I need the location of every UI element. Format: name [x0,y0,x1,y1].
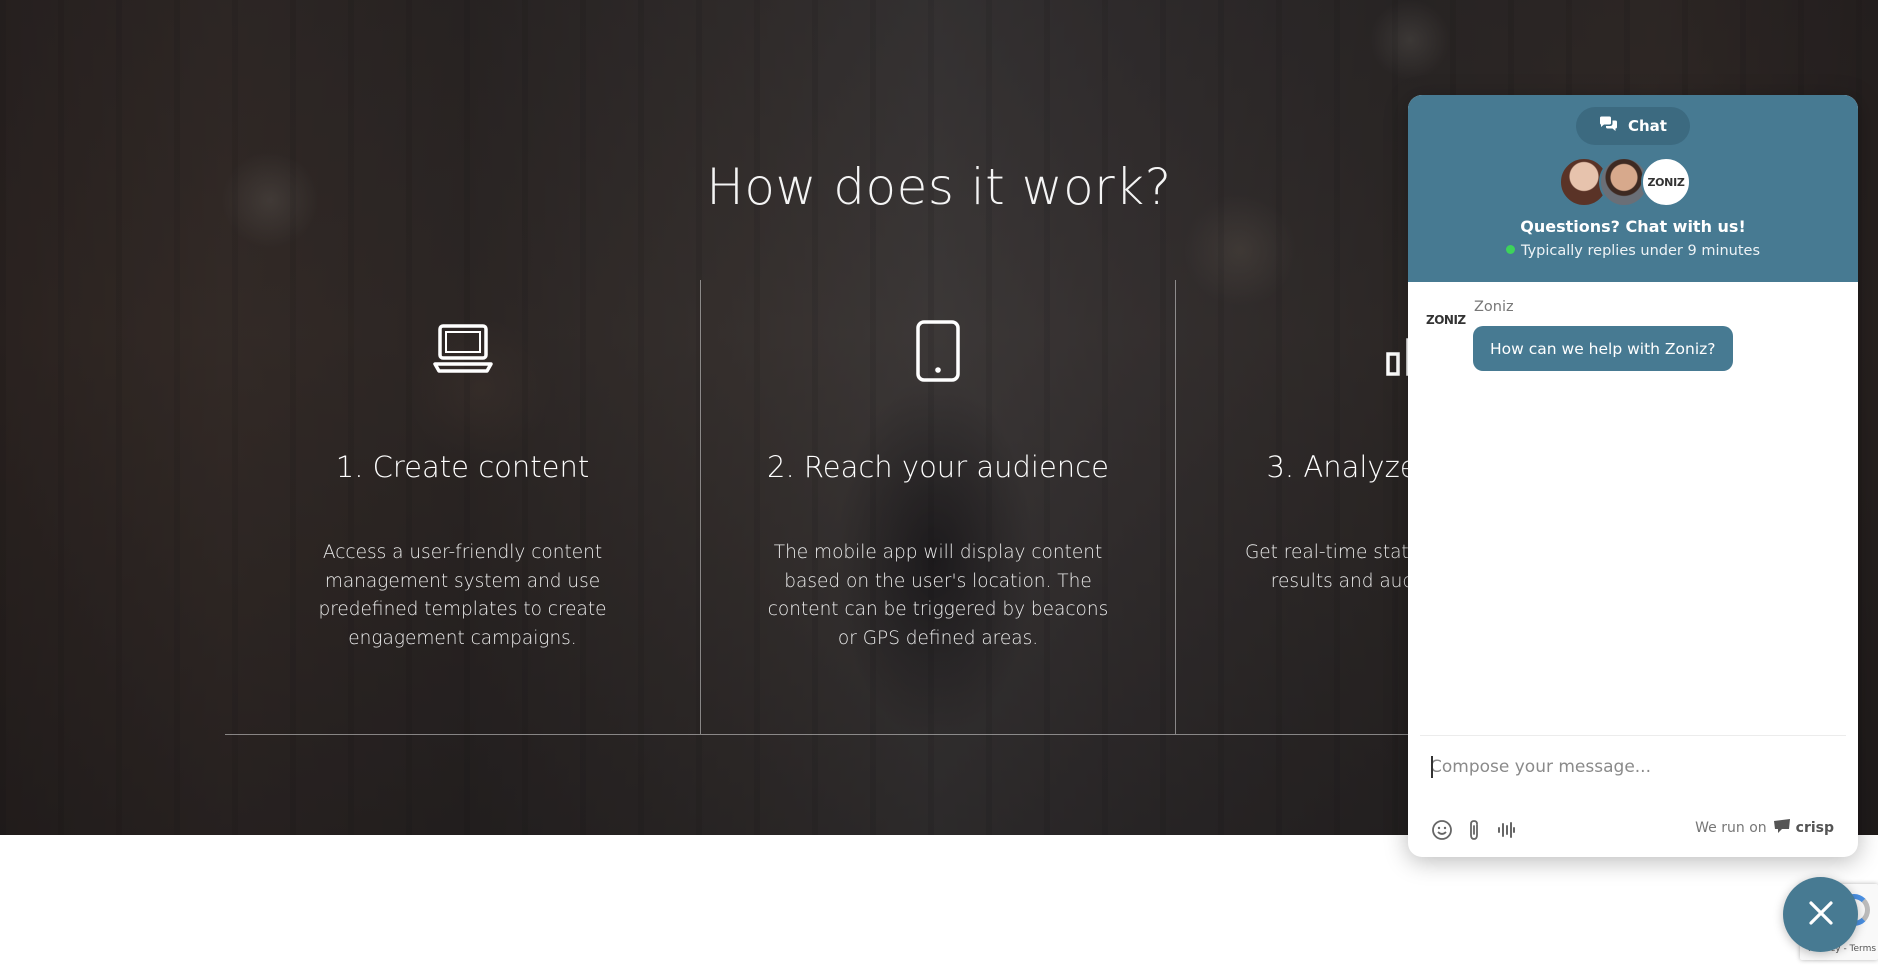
laptop-icon [225,320,700,380]
crisp-brand: crisp [1773,819,1834,837]
crisp-logo-icon [1773,819,1791,837]
feature-reach-audience: 2. Reach your audience The mobile app wi… [700,280,1175,734]
powered-by-label: We run on [1695,820,1767,836]
emoji-icon[interactable] [1430,818,1454,842]
message-author: Zoniz [1474,299,1514,315]
text-caret [1431,756,1433,778]
operator-avatars: ZONIZ [1559,157,1709,207]
online-status-dot [1505,245,1515,254]
feature-description: The mobile app will display content base… [767,542,1109,649]
reply-time-text: Typically replies under 9 minutes [1520,243,1761,259]
message-bubble: How can we help with Zoniz? [1473,326,1733,371]
close-icon [1807,899,1835,931]
avatar-brand-logo: ZONIZ [1641,157,1691,207]
feature-create-content: 1. Create content Access a user-friendly… [225,280,700,734]
feature-description: Access a user-friendly content managemen… [318,542,607,649]
close-chat-button[interactable] [1783,877,1858,952]
chat-tab[interactable]: Chat [1576,107,1690,145]
operator-logo: ZONIZ [1426,313,1466,327]
attachment-icon[interactable] [1462,818,1486,842]
compose-divider [1420,735,1846,736]
chat-bubbles-icon [1599,116,1618,136]
smartphone-icon [701,320,1175,382]
chat-header: Chat ZONIZ Questions? Chat with us! Typi… [1408,95,1858,282]
chat-widget[interactable]: Chat ZONIZ Questions? Chat with us! Typi… [1408,95,1858,857]
powered-by[interactable]: We run on crisp [1695,819,1834,837]
chat-header-subtitle: Typically replies under 9 minutes [1408,243,1858,259]
chat-header-title: Questions? Chat with us! [1520,217,1746,236]
audio-wave-icon[interactable] [1494,818,1518,842]
feature-title: 1. Create content [335,450,590,484]
chat-tab-label: Chat [1628,117,1667,135]
feature-title: 2. Reach your audience [767,450,1109,484]
compose-message-input[interactable] [1430,749,1830,785]
